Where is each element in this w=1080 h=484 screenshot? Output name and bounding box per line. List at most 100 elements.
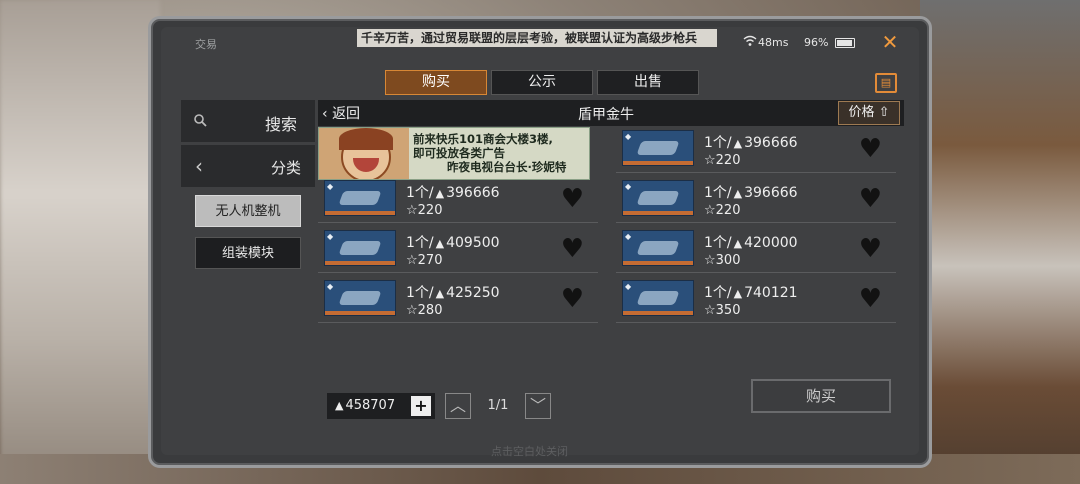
drone-thumbnail: ◆ [622, 180, 694, 216]
listing-qty-price: 1个/▲ 420000 [704, 232, 798, 252]
listing-price: 396666 [446, 185, 500, 201]
gem-icon: ◆ [327, 232, 334, 241]
background-right [920, 0, 1080, 484]
gem-icon: ◆ [327, 182, 334, 191]
level-icon: ☆ [704, 253, 716, 268]
drone-thumbnail: ◆ [324, 230, 396, 266]
sidebar-item-drone-complete[interactable]: 无人机整机 [195, 195, 301, 227]
currency-icon: ▲ [733, 187, 743, 200]
prev-page-button[interactable]: ︿ [445, 393, 471, 419]
currency-icon: ▲ [733, 287, 743, 300]
listing-card[interactable]: ◆ 1个/▲ 409500 ☆270 ♥ [318, 227, 598, 273]
tab-sell[interactable]: 出售 [597, 70, 699, 95]
clipboard-icon[interactable]: ▤ [875, 73, 897, 93]
listing-card[interactable]: ◆ 1个/▲ 396666 ☆220 ♥ [318, 177, 598, 223]
favorite-heart-icon[interactable]: ♥ [561, 286, 584, 312]
gem-icon: ◆ [625, 182, 632, 191]
back-button[interactable]: ‹ 返回 [322, 103, 360, 123]
listing-level-value: 300 [715, 253, 741, 268]
currency-balance: ▲ 458707 + [327, 393, 435, 419]
drone-thumbnail: ◆ [622, 230, 694, 266]
ad-line-1: 前来快乐101商会大楼3楼, [413, 132, 553, 146]
back-label: 返回 [332, 106, 361, 122]
listing-card[interactable]: ◆ 1个/▲ 396666 ☆220 ♥ [616, 177, 896, 223]
listing-qty-price: 1个/▲ 740121 [704, 282, 798, 302]
news-ticker: 千辛万苦，通过贸易联盟的层层考验，被联盟认证为高级步枪兵 [357, 29, 717, 47]
price-sort-label: 价格 [848, 105, 875, 120]
level-icon: ☆ [406, 303, 418, 318]
search-icon [193, 113, 207, 127]
close-button[interactable]: ✕ [879, 31, 901, 53]
currency-icon: ▲ [733, 237, 743, 250]
currency-icon: ▲ [335, 399, 344, 412]
listing-level: ☆270 [406, 253, 442, 268]
listing-qty: 1个/ [406, 185, 434, 201]
listing-level: ☆220 [704, 153, 740, 168]
sidebar-category[interactable]: ‹ 分类 [181, 145, 315, 187]
ad-character-image [319, 128, 409, 179]
gem-icon: ◆ [625, 132, 632, 141]
favorite-heart-icon[interactable]: ♥ [561, 186, 584, 212]
level-icon: ☆ [704, 203, 716, 218]
listing-card[interactable]: ◆ 1个/▲ 740121 ☆350 ♥ [616, 277, 896, 323]
listing-level: ☆220 [704, 203, 740, 218]
trade-panel: 交易 千辛万苦，通过贸易联盟的层层考验，被联盟认证为高级步枪兵 48ms 96%… [148, 16, 932, 468]
currency-icon: ▲ [435, 287, 445, 300]
close-hint: 点击空白处关闭 [491, 445, 568, 458]
ping-value: 48ms [758, 36, 789, 49]
listing-qty: 1个/ [704, 285, 732, 301]
listing-level: ☆300 [704, 253, 740, 268]
listing-qty-price: 1个/▲ 396666 [704, 182, 798, 202]
sidebar-search[interactable]: 搜索 [181, 100, 315, 142]
add-currency-button[interactable]: + [411, 396, 431, 416]
listing-qty: 1个/ [406, 285, 434, 301]
next-page-button[interactable]: ﹀ [525, 393, 551, 419]
listing-price: 396666 [744, 185, 798, 201]
listing-qty: 1个/ [704, 235, 732, 251]
chevron-left-icon: ‹ [195, 154, 203, 178]
drone-thumbnail: ◆ [324, 280, 396, 316]
listing-card[interactable]: ◆ 1个/▲ 420000 ☆300 ♥ [616, 227, 896, 273]
favorite-heart-icon[interactable]: ♥ [859, 136, 882, 162]
listing-price: 396666 [744, 135, 798, 151]
listing-level: ☆280 [406, 303, 442, 318]
listing-level-value: 350 [715, 303, 741, 318]
buy-button[interactable]: 购买 [751, 379, 891, 413]
listing-card[interactable]: ◆ 1个/▲ 396666 ☆220 ♥ [616, 127, 896, 173]
listing-level-value: 270 [417, 253, 443, 268]
listing-qty-price: 1个/▲ 425250 [406, 282, 500, 302]
window-title: 交易 [195, 38, 217, 51]
price-sort-button[interactable]: 价格 ⇧ [838, 101, 900, 125]
ad-text: 前来快乐101商会大楼3楼, 即可投放各类广告 昨夜电视台台长·珍妮特 [413, 132, 566, 174]
currency-icon: ▲ [435, 237, 445, 250]
listing-price: 409500 [446, 235, 500, 251]
trade-panel-inner: 交易 千辛万苦，通过贸易联盟的层层考验，被联盟认证为高级步枪兵 48ms 96%… [161, 27, 919, 458]
ad-line-2: 即可投放各类广告 [413, 146, 505, 160]
level-icon: ☆ [704, 153, 716, 168]
currency-icon: ▲ [435, 187, 445, 200]
ad-banner[interactable]: 前来快乐101商会大楼3楼, 即可投放各类广告 昨夜电视台台长·珍妮特 [318, 127, 590, 180]
listing-card[interactable]: ◆ 1个/▲ 425250 ☆280 ♥ [318, 277, 598, 323]
favorite-heart-icon[interactable]: ♥ [561, 236, 584, 262]
favorite-heart-icon[interactable]: ♥ [859, 286, 882, 312]
sidebar-item-assembly-module[interactable]: 组装模块 [195, 237, 301, 269]
battery-icon [835, 38, 855, 48]
listing-level: ☆220 [406, 203, 442, 218]
ad-line-3: 昨夜电视台台长·珍妮特 [447, 160, 567, 174]
level-icon: ☆ [704, 303, 716, 318]
arrow-up-icon: ⇧ [878, 105, 890, 120]
gem-icon: ◆ [625, 282, 632, 291]
chevron-down-icon: ﹀ [529, 396, 546, 415]
drone-thumbnail: ◆ [324, 180, 396, 216]
listing-price: 740121 [744, 285, 798, 301]
listing-qty: 1个/ [406, 235, 434, 251]
favorite-heart-icon[interactable]: ♥ [859, 236, 882, 262]
tab-announcement[interactable]: 公示 [491, 70, 593, 95]
level-icon: ☆ [406, 253, 418, 268]
listing-qty-price: 1个/▲ 396666 [704, 132, 798, 152]
tab-buy[interactable]: 购买 [385, 70, 487, 95]
gem-icon: ◆ [327, 282, 334, 291]
listing-qty: 1个/ [704, 185, 732, 201]
favorite-heart-icon[interactable]: ♥ [859, 186, 882, 212]
listing-price: 420000 [744, 235, 798, 251]
